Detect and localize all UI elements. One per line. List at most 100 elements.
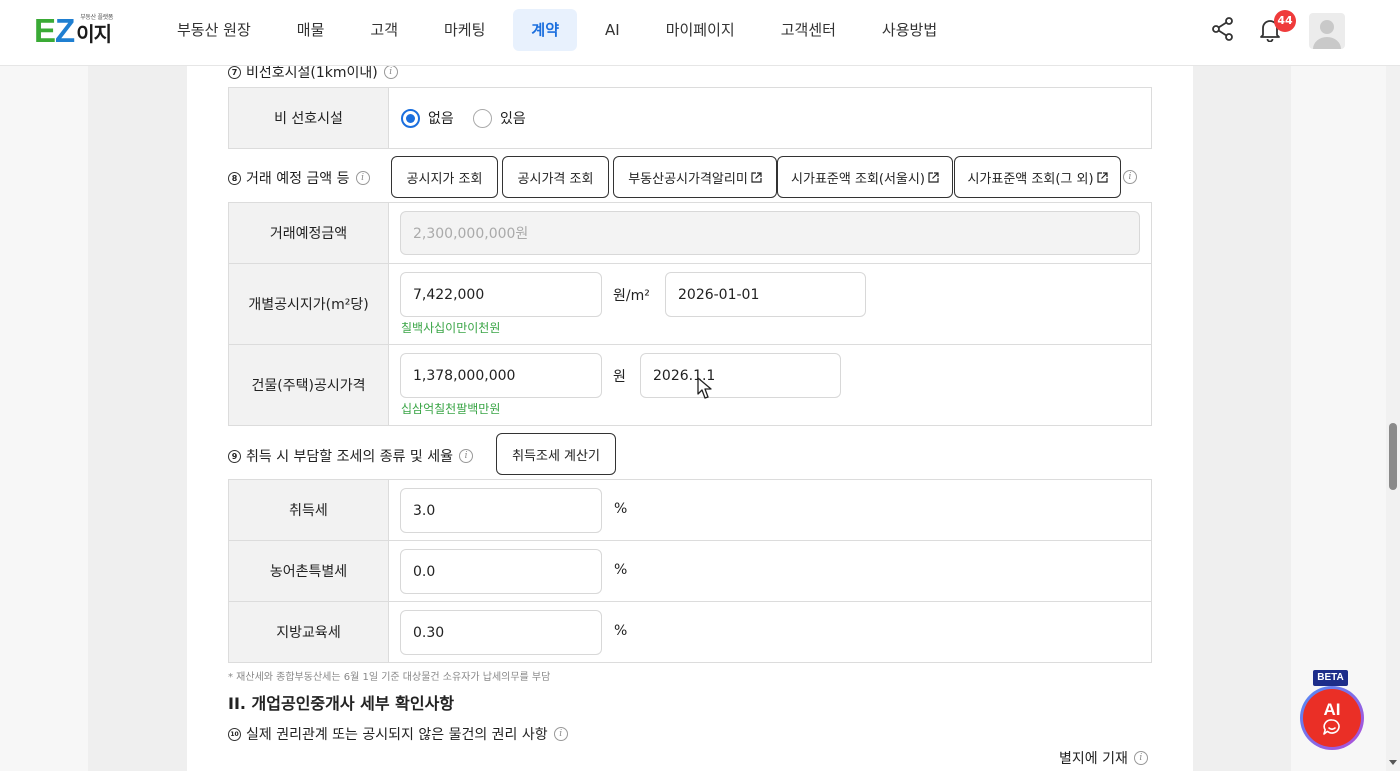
unit-label: % bbox=[614, 623, 628, 639]
external-link-icon bbox=[751, 171, 762, 183]
unit-label: % bbox=[614, 501, 628, 517]
radio-exists[interactable]: 있음 bbox=[473, 108, 526, 128]
local-education-tax-input[interactable]: 0.30 bbox=[400, 610, 602, 655]
notification-count-badge: 44 bbox=[1274, 10, 1296, 32]
row-label: 개별공시지가(m²당) bbox=[229, 264, 389, 344]
attach-label: 별지에 기재 i bbox=[1059, 748, 1148, 768]
radio-unchecked-icon bbox=[473, 108, 492, 128]
table-row: 건물(주택)공시가격 1,378,000,000 원 2026.1.1 십삼억칠… bbox=[229, 345, 1151, 425]
nav-item-howto[interactable]: 사용방법 bbox=[859, 9, 960, 51]
nav-item-support[interactable]: 고객센터 bbox=[758, 9, 859, 51]
unit-label: % bbox=[614, 562, 628, 578]
section8-number: 8 bbox=[228, 171, 241, 185]
building-price-input[interactable]: 1,378,000,000 bbox=[400, 353, 602, 398]
external-link-icon bbox=[1096, 171, 1108, 183]
table-row: 거래예정금액 2,300,000,000원 bbox=[229, 203, 1151, 264]
left-margin bbox=[0, 66, 88, 771]
land-price-input[interactable]: 7,422,000 bbox=[400, 272, 602, 317]
price-notifier-button[interactable]: 부동산공시가격알리미 bbox=[613, 156, 777, 198]
section10-title: 실제 권리관계 또는 공시되지 않은 물건의 권리 사항 bbox=[246, 727, 548, 743]
row-label: 농어촌특별세 bbox=[229, 541, 389, 601]
section8-heading: 8 거래 예정 금액 등 i bbox=[228, 168, 370, 188]
ez-logo[interactable]: EZ 부동산 플랫폼 이지 bbox=[34, 14, 113, 47]
scrollbar-thumb[interactable] bbox=[1389, 423, 1397, 490]
row-value: 0.0 % bbox=[389, 541, 1151, 601]
section8-table: 거래예정금액 2,300,000,000원 개별공시지가(m²당) 7,422,… bbox=[228, 202, 1152, 426]
land-price-date-input[interactable]: 2026-01-01 bbox=[665, 272, 866, 317]
tax-calculator-button[interactable]: 취득조세 계산기 bbox=[496, 433, 616, 475]
section9-table: 취득세 3.0 % 농어촌특별세 0.0 % 지방교육세 0.30 % bbox=[228, 479, 1152, 663]
section10-heading: 10 실제 권리관계 또는 공시되지 않은 물건의 권리 사항 i bbox=[228, 724, 568, 744]
unit-label: 원 bbox=[613, 369, 626, 385]
radio-none[interactable]: 없음 bbox=[401, 108, 454, 128]
section7-table: 비 선호시설 없음 있음 bbox=[228, 87, 1152, 149]
row-label: 비 선호시설 bbox=[229, 88, 389, 148]
avatar[interactable] bbox=[1309, 13, 1345, 49]
ai-assistant-button[interactable]: AI bbox=[1300, 686, 1364, 750]
info-icon[interactable]: i bbox=[355, 171, 370, 185]
section9-title: 취득 시 부담할 조세의 종류 및 세율 bbox=[246, 449, 454, 465]
ai-label: AI bbox=[1323, 699, 1341, 719]
public-price-lookup-button[interactable]: 공시가격 조회 bbox=[502, 156, 609, 198]
table-row: 농어촌특별세 0.0 % bbox=[229, 541, 1151, 602]
section2-title: II. 개업공인중개사 세부 확인사항 bbox=[228, 694, 455, 713]
land-price-lookup-button[interactable]: 공시지가 조회 bbox=[391, 156, 498, 198]
row-value: 7,422,000 원/m² 2026-01-01 칠백사십이만이천원 bbox=[389, 264, 1151, 344]
button-label: 부동산공시가격알리미 bbox=[628, 171, 748, 187]
row-label: 건물(주택)공시가격 bbox=[229, 345, 389, 425]
nav-item-customers[interactable]: 고객 bbox=[347, 9, 421, 51]
info-icon[interactable]: i bbox=[1123, 170, 1137, 184]
logo-right: 부동산 플랫폼 이지 bbox=[76, 14, 113, 46]
info-icon[interactable]: i bbox=[1133, 751, 1148, 765]
other-standard-price-button[interactable]: 시가표준액 조회(그 외) bbox=[954, 156, 1121, 198]
button-label: 시가표준액 조회(서울시) bbox=[791, 171, 925, 187]
button-label: 공시지가 조회 bbox=[406, 171, 483, 187]
nav-item-marketing[interactable]: 마케팅 bbox=[421, 9, 508, 51]
logo-ez-text: EZ bbox=[34, 14, 75, 47]
radio-label: 없음 bbox=[428, 111, 454, 127]
table-row: 개별공시지가(m²당) 7,422,000 원/m² 2026-01-01 칠백… bbox=[229, 264, 1151, 345]
row-value: 1,378,000,000 원 2026.1.1 십삼억칠천팔백만원 bbox=[389, 345, 1151, 425]
section10-number: 10 bbox=[228, 727, 241, 741]
scroll-down-arrow-icon[interactable] bbox=[1389, 760, 1397, 765]
row-value: 0.30 % bbox=[389, 602, 1151, 662]
button-label: 시가표준액 조회(그 외) bbox=[967, 171, 1094, 187]
left-gutter bbox=[88, 66, 187, 771]
chat-bubble-icon bbox=[1323, 718, 1340, 735]
top-header: EZ 부동산 플랫폼 이지 부동산 원장 매물 고객 마케팅 계약 AI 마이페… bbox=[0, 0, 1400, 66]
share-icon[interactable] bbox=[1210, 16, 1236, 42]
row-label: 취득세 bbox=[229, 480, 389, 540]
page-scrollbar[interactable] bbox=[1386, 0, 1400, 771]
section9-heading: 9 취득 시 부담할 조세의 종류 및 세율 i bbox=[228, 446, 474, 466]
avatar-icon bbox=[1313, 20, 1341, 49]
info-icon[interactable]: i bbox=[383, 65, 398, 79]
table-row: 취득세 3.0 % bbox=[229, 480, 1151, 541]
seoul-standard-price-button[interactable]: 시가표준액 조회(서울시) bbox=[777, 156, 953, 198]
row-value: 2,300,000,000원 bbox=[389, 203, 1151, 263]
amount-in-words: 십삼억칠천팔백만원 bbox=[401, 402, 501, 416]
building-price-date-input[interactable]: 2026.1.1 bbox=[640, 353, 841, 398]
logo-z: Z bbox=[55, 12, 75, 49]
amount-in-words: 칠백사십이만이천원 bbox=[401, 321, 501, 335]
table-row: 지방교육세 0.30 % bbox=[229, 602, 1151, 662]
unit-label: 원/m² bbox=[613, 288, 650, 304]
table-row: 비 선호시설 없음 있음 bbox=[229, 88, 1151, 148]
nav-item-ledger[interactable]: 부동산 원장 bbox=[154, 9, 274, 51]
hand-cursor-icon bbox=[697, 377, 712, 399]
radio-checked-icon bbox=[401, 108, 420, 128]
right-gutter bbox=[1193, 66, 1291, 771]
radio-label: 있음 bbox=[500, 111, 526, 127]
rural-special-tax-input[interactable]: 0.0 bbox=[400, 549, 602, 594]
nav-item-listings[interactable]: 매물 bbox=[274, 9, 348, 51]
row-label: 거래예정금액 bbox=[229, 203, 389, 263]
info-icon[interactable]: i bbox=[553, 727, 568, 741]
nav-item-ai[interactable]: AI bbox=[582, 9, 643, 51]
acquisition-tax-input[interactable]: 3.0 bbox=[400, 488, 602, 533]
nav-item-mypage[interactable]: 마이페이지 bbox=[643, 9, 758, 51]
info-icon[interactable]: i bbox=[459, 449, 474, 463]
external-link-icon bbox=[928, 171, 939, 183]
nav-item-contract[interactable]: 계약 bbox=[513, 9, 578, 51]
button-label: 취득조세 계산기 bbox=[512, 448, 600, 464]
planned-amount-input: 2,300,000,000원 bbox=[400, 211, 1140, 255]
row-label: 지방교육세 bbox=[229, 602, 389, 662]
